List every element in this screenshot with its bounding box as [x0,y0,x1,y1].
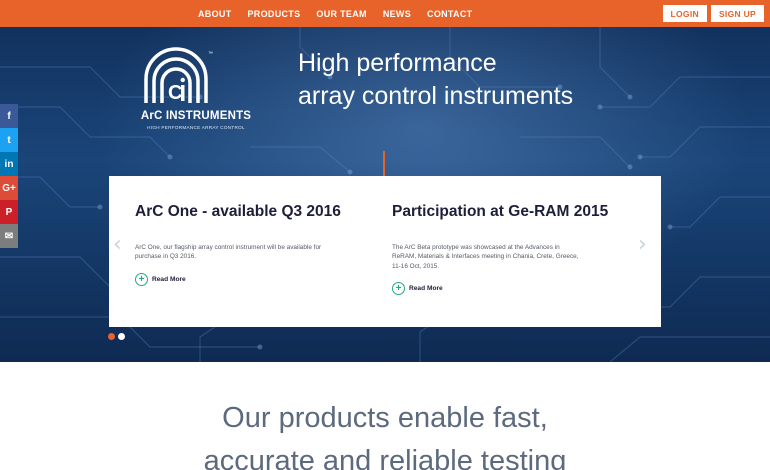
products-tagline-line-1: Our products enable fast, [222,402,548,434]
nav-news[interactable]: NEWS [383,9,411,19]
nav-products[interactable]: PRODUCTS [248,9,301,19]
carousel-prev-arrow-icon[interactable]: ‹ [113,232,122,257]
twitter-icon[interactable]: t [0,128,18,152]
slide-title[interactable]: ArC One - available Q3 2016 [135,203,341,221]
read-more-link[interactable]: + Read More [392,282,443,295]
svg-text:™: ™ [208,51,213,57]
read-more-link[interactable]: + Read More [135,273,186,286]
nav-contact[interactable]: CONTACT [427,9,472,19]
plus-circle-icon: + [392,282,405,295]
main-nav: ABOUT PRODUCTS OUR TEAM NEWS CONTACT [198,0,472,27]
slide-body: ArC One, our flagship array control inst… [135,244,322,261]
carousel-dot-2[interactable] [118,333,125,340]
read-more-label: Read More [409,285,443,292]
news-carousel: ArC One - available Q3 2016 ArC One, our… [109,176,661,327]
signup-button[interactable]: SIGN UP [710,5,764,22]
hero-banner: C ™ ArC INSTRUMENTS HIGH PERFORMANCE ARR… [0,27,770,362]
linkedin-icon[interactable]: in [0,152,18,176]
svg-text:C: C [168,82,182,104]
carousel-pagination [108,333,125,340]
carousel-slide-1: ArC One - available Q3 2016 ArC One, our… [135,176,385,327]
facebook-icon[interactable]: f [0,104,18,128]
arc-instruments-logo[interactable]: C ™ ArC INSTRUMENTS HIGH PERFORMANCE ARR… [138,41,258,136]
pinterest-icon[interactable]: P [0,200,18,224]
top-nav-bar: ABOUT PRODUCTS OUR TEAM NEWS CONTACT LOG… [0,0,770,27]
read-more-label: Read More [152,276,186,283]
plus-circle-icon: + [135,273,148,286]
carousel-next-arrow-icon[interactable]: › [638,232,647,257]
hero-headline: High performance array control instrumen… [298,47,573,113]
hero-headline-line-2: array control instruments [298,82,574,110]
carousel-dot-1[interactable] [108,333,115,340]
slide-title[interactable]: Participation at Ge-RAM 2015 [392,203,608,221]
slide-body: The ArC Beta prototype was showcased at … [392,244,579,270]
email-icon[interactable]: ✉ [0,224,18,248]
auth-buttons: LOGIN SIGN UP [662,5,764,22]
social-share-rail: f t in G+ P ✉ [0,104,18,248]
carousel-slide-2: Participation at Ge-RAM 2015 The ArC Bet… [392,176,642,327]
googleplus-icon[interactable]: G+ [0,176,18,200]
brand-name: ArC INSTRUMENTS [140,110,252,122]
arc-logo-mark-icon: C ™ [144,47,213,104]
nav-about[interactable]: ABOUT [198,9,232,19]
products-tagline-line-2: accurate and reliable testing [203,445,567,470]
nav-our-team[interactable]: OUR TEAM [316,9,366,19]
brand-tagline: HIGH PERFORMANCE ARRAY CONTROL [147,125,245,130]
hero-headline-line-1: High performance [298,49,497,77]
products-tagline: Our products enable fast, accurate and r… [0,397,770,470]
login-button[interactable]: LOGIN [662,5,707,22]
